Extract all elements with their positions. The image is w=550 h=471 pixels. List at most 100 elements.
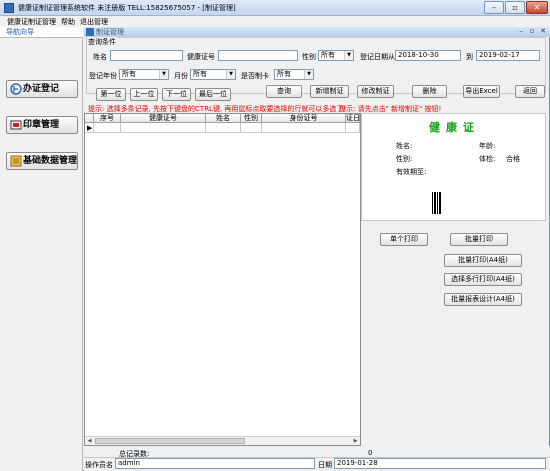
- first-button[interactable]: 第一位: [96, 88, 126, 101]
- year-select[interactable]: 所有 ▼: [119, 69, 169, 80]
- database-icon: [10, 155, 22, 167]
- seal-icon: [10, 120, 22, 130]
- table-cell[interactable]: [262, 123, 346, 133]
- gender-select-value: 所有: [321, 51, 335, 59]
- nav-button-register[interactable]: 办证登记: [6, 80, 78, 98]
- menu-bar: 健康证制证管理 帮助 退出管理: [0, 16, 550, 27]
- cert-no-input[interactable]: [218, 50, 298, 61]
- new-cert-button[interactable]: 新增制证: [310, 85, 349, 98]
- mdi-restore-button[interactable]: ▫: [527, 27, 537, 36]
- cert-no-label: 健康证号: [187, 53, 215, 61]
- batch-print-button[interactable]: 批量打印: [450, 233, 508, 246]
- date-from-label: 登记日期从: [360, 53, 395, 61]
- nav-header: 导航向导: [0, 27, 83, 38]
- made-card-select[interactable]: 所有 ▼: [274, 69, 314, 80]
- date-field: 2019-01-28: [334, 458, 546, 469]
- close-button[interactable]: ✕: [526, 1, 548, 14]
- total-records-value: 0: [368, 449, 373, 457]
- table-cell[interactable]: [206, 123, 241, 133]
- app-icon: [4, 3, 14, 13]
- edit-cert-button[interactable]: 修改制证: [357, 85, 394, 98]
- menu-item-cert-mgmt[interactable]: 健康证制证管理: [7, 17, 56, 27]
- year-label: 登记年份: [89, 72, 117, 80]
- nav-button-basedata[interactable]: 基础数据管理: [6, 152, 78, 170]
- delete-button[interactable]: 删除: [412, 85, 447, 98]
- gender-select[interactable]: 所有 ▼: [318, 50, 354, 61]
- operator-label: 操作员名: [85, 461, 113, 469]
- mdi-title: 制证管理: [96, 28, 124, 36]
- month-select-value: 所有: [193, 70, 207, 78]
- column-header[interactable]: 身份证号: [262, 114, 346, 123]
- mdi-titlebar: 制证管理 – ▫ ✕: [84, 27, 550, 37]
- column-header[interactable]: 序号: [94, 114, 121, 123]
- card-exam-label: 体检:: [479, 155, 496, 163]
- search-button[interactable]: 查询: [266, 85, 302, 98]
- last-button[interactable]: 最后一位: [195, 88, 231, 101]
- card-name-label: 姓名:: [396, 142, 413, 150]
- gender-label: 性别: [302, 53, 316, 61]
- card-exam-value: 合格: [506, 155, 520, 163]
- name-input[interactable]: [110, 50, 183, 61]
- column-header[interactable]: 姓名: [206, 114, 241, 123]
- card-valid-label: 有效期至:: [396, 168, 427, 176]
- single-print-button[interactable]: 单个打印: [380, 233, 428, 246]
- export-excel-button[interactable]: 导出Excel: [463, 85, 500, 98]
- operator-field: admin: [115, 458, 315, 469]
- table-header: 序号 健康证号 姓名 性别 身份证号 证日: [85, 114, 360, 123]
- made-card-label: 是否制卡: [241, 72, 269, 80]
- scroll-thumb[interactable]: [95, 438, 245, 444]
- year-select-value: 所有: [122, 70, 136, 78]
- card-age-label: 年龄:: [479, 142, 496, 150]
- chevron-down-icon: ▼: [226, 70, 235, 79]
- column-header[interactable]: 健康证号: [121, 114, 206, 123]
- nav-panel: 导航向导 办证登记 印章管理 基础数据管理: [0, 27, 83, 471]
- chevron-down-icon: ▼: [344, 51, 353, 60]
- nav-button-seal[interactable]: 印章管理: [6, 116, 78, 134]
- name-label: 姓名: [93, 53, 107, 61]
- table-cell[interactable]: [121, 123, 206, 133]
- nav-button-label: 基础数据管理: [23, 156, 78, 166]
- records-table[interactable]: 序号 健康证号 姓名 性别 身份证号 证日 ▶ ◀ ▶: [84, 113, 361, 446]
- batch-print-a4-button[interactable]: 批量打印(A4纸): [444, 254, 522, 267]
- made-card-select-value: 所有: [277, 70, 291, 78]
- nav-button-label: 办证登记: [23, 84, 60, 94]
- multi-row-print-a4-button[interactable]: 选择多行打印(A4纸): [444, 273, 522, 286]
- table-row[interactable]: ▶: [85, 123, 360, 133]
- row-selector-header: [85, 114, 94, 123]
- maximize-button[interactable]: ▫: [505, 1, 525, 14]
- barcode-icon: [432, 192, 442, 214]
- nav-button-label: 印章管理: [23, 120, 60, 130]
- prev-button[interactable]: 上一位: [130, 88, 158, 101]
- form-icon: [86, 28, 94, 36]
- table-cell[interactable]: [346, 123, 360, 133]
- table-cell: [85, 123, 94, 133]
- mdi-close-button[interactable]: ✕: [538, 27, 548, 36]
- table-cell[interactable]: [94, 123, 121, 133]
- horizontal-scrollbar[interactable]: ◀ ▶: [85, 436, 360, 445]
- date-to-label: 到: [466, 53, 473, 61]
- minimize-button[interactable]: –: [484, 1, 504, 14]
- window-title: 健康证制证管理系统软件 未注册版 TELL:15825675057 - [制证管…: [18, 4, 236, 12]
- back-button[interactable]: 返回: [515, 85, 545, 98]
- menu-item-help[interactable]: 帮助: [61, 17, 75, 27]
- mdi-minimize-button[interactable]: –: [516, 27, 526, 36]
- date-label: 日期: [318, 461, 332, 469]
- query-group-label: 查询条件: [87, 37, 117, 47]
- menu-item-exit[interactable]: 退出管理: [80, 17, 108, 27]
- column-header[interactable]: 证日: [346, 114, 360, 123]
- date-to-input[interactable]: 2019-02-17: [476, 50, 540, 61]
- card-gender-label: 性别:: [396, 155, 413, 163]
- title-bar[interactable]: 健康证制证管理系统软件 未注册版 TELL:15825675057 - [制证管…: [0, 0, 550, 16]
- chevron-down-icon: ▼: [304, 70, 313, 79]
- next-button[interactable]: 下一位: [162, 88, 191, 101]
- cert-title: 健康证: [429, 121, 480, 134]
- month-select[interactable]: 所有 ▼: [190, 69, 236, 80]
- scroll-left-icon[interactable]: ◀: [85, 437, 94, 445]
- table-cell[interactable]: [241, 123, 262, 133]
- batch-report-design-button[interactable]: 批量报表设计(A4纸): [444, 293, 522, 306]
- scroll-right-icon[interactable]: ▶: [351, 437, 360, 445]
- chevron-down-icon: ▼: [159, 70, 168, 79]
- column-header[interactable]: 性别: [241, 114, 262, 123]
- date-from-input[interactable]: 2018-10-30: [395, 50, 461, 61]
- month-label: 月份: [174, 72, 188, 80]
